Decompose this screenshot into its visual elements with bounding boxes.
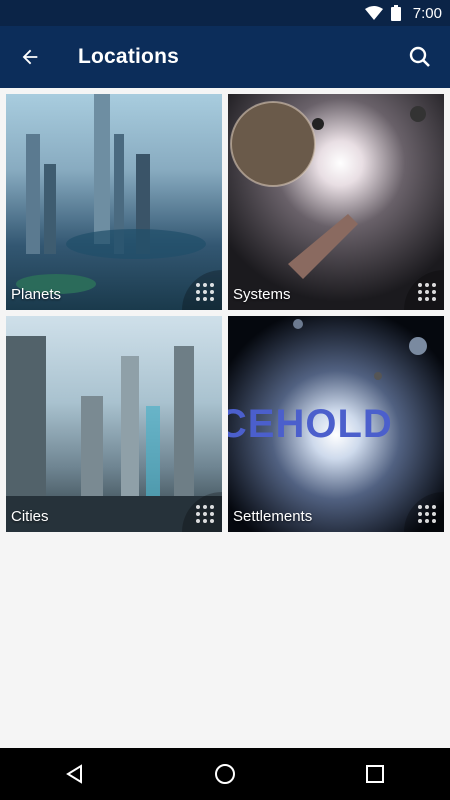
arrow-back-icon bbox=[22, 49, 38, 65]
nav-home-button[interactable] bbox=[195, 748, 255, 800]
page-title: Locations bbox=[78, 45, 179, 68]
tile-planets[interactable]: Planets bbox=[6, 94, 222, 310]
grid-dots-icon bbox=[418, 283, 436, 301]
square-recents-icon bbox=[366, 765, 384, 783]
grid-dots-icon bbox=[196, 505, 214, 523]
status-time: 7:00 bbox=[412, 4, 442, 22]
nav-back-button[interactable] bbox=[45, 748, 105, 800]
cities-image bbox=[6, 316, 222, 532]
tile-cities[interactable]: Cities bbox=[6, 316, 222, 532]
app-bar: Locations bbox=[0, 26, 450, 88]
settlements-image: ACEHOLD bbox=[228, 316, 444, 532]
grid-dots-icon bbox=[196, 283, 214, 301]
systems-image bbox=[228, 94, 444, 310]
tile-settlements[interactable]: ACEHOLD Settlements bbox=[228, 316, 444, 532]
search-icon bbox=[409, 46, 430, 67]
tile-label: Planets bbox=[11, 286, 62, 303]
search-button[interactable] bbox=[396, 26, 444, 88]
battery-icon bbox=[390, 5, 401, 21]
planets-image bbox=[6, 94, 222, 310]
system-nav-bar bbox=[0, 748, 450, 800]
tile-label: Systems bbox=[233, 286, 291, 303]
tile-label: Cities bbox=[11, 508, 49, 525]
circle-home-icon bbox=[215, 764, 235, 784]
back-button[interactable] bbox=[0, 26, 60, 88]
nav-recents-button[interactable] bbox=[345, 748, 405, 800]
triangle-back-icon bbox=[66, 764, 82, 784]
status-bar: 7:00 bbox=[0, 0, 450, 26]
wifi-icon bbox=[364, 6, 383, 20]
tile-systems[interactable]: Systems bbox=[228, 94, 444, 310]
grid-dots-icon bbox=[418, 505, 436, 523]
tile-label: Settlements bbox=[233, 508, 313, 525]
